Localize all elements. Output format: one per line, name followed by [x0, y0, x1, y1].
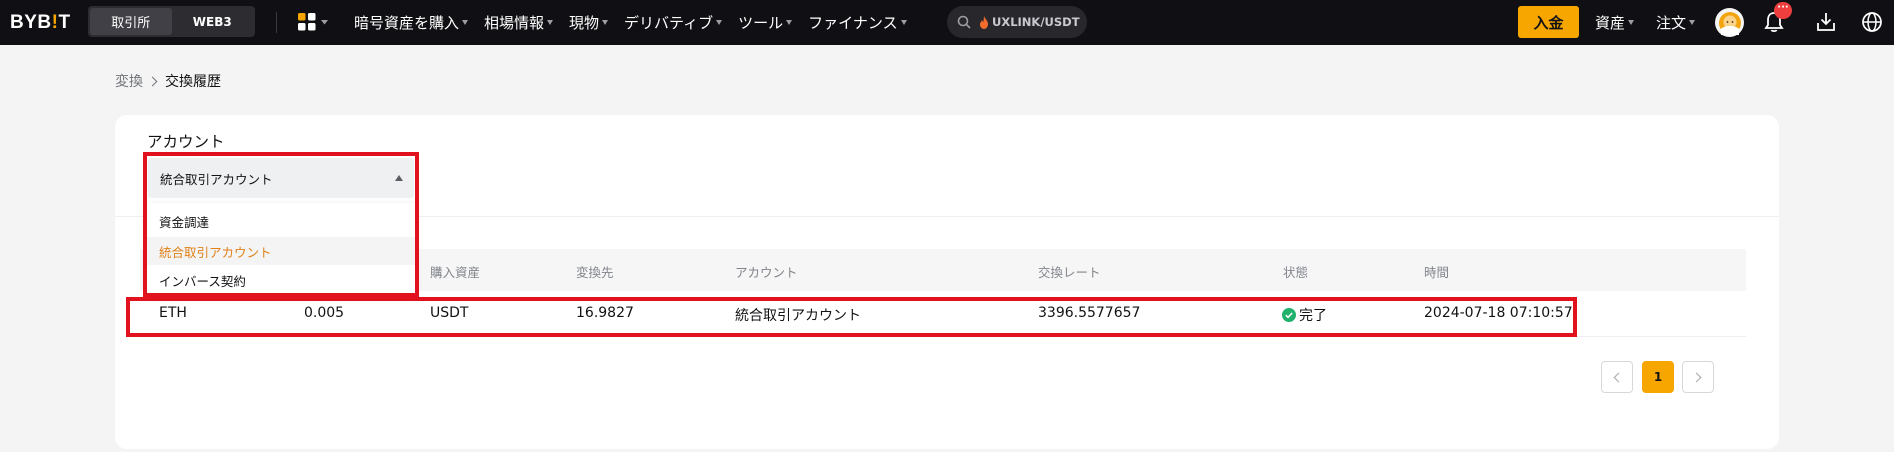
bybit-logo[interactable]: BYB!T — [10, 12, 71, 34]
col-time: 時間 — [1424, 265, 1450, 280]
account-select[interactable]: 統合取引アカウント — [148, 158, 414, 198]
chevron-down-icon — [786, 20, 793, 25]
chevron-down-icon — [716, 20, 723, 25]
chevron-right-icon — [1691, 372, 1702, 382]
fire-icon — [980, 15, 988, 29]
dropdown-option-inverse[interactable]: インバース契約 — [147, 266, 415, 294]
cell-account: 統合取引アカウント — [735, 308, 861, 324]
menu-finance[interactable]: ファイナンス — [808, 0, 907, 45]
menu-spot[interactable]: 現物 — [569, 0, 609, 45]
tab-web3[interactable]: WEB3 — [172, 8, 254, 35]
globe-icon[interactable] — [1861, 11, 1883, 33]
chevron-down-icon — [1689, 20, 1696, 25]
check-circle-icon — [1282, 308, 1296, 322]
cell-to-amount: 16.9827 — [576, 305, 634, 321]
assets-menu[interactable]: 資産 — [1595, 0, 1635, 45]
cell-time: 2024-07-18 07:10:57 — [1424, 305, 1573, 321]
status-text: 完了 — [1299, 308, 1327, 324]
col-buy-asset: 購入資産 — [430, 265, 481, 280]
chevron-down-icon — [462, 20, 469, 25]
page-title: 交換履歴 — [165, 74, 221, 90]
chevron-down-icon — [547, 20, 554, 25]
col-converted-to: 変換先 — [576, 265, 614, 280]
account-select-value: 統合取引アカウント — [160, 171, 273, 187]
notification-badge: ··· — [1774, 2, 1792, 19]
chevron-left-icon — [1613, 372, 1624, 382]
top-navbar: BYB!T 取引所 WEB3 暗号資産を購入 相場情報 現物 デリバティブ ツー… — [0, 0, 1894, 45]
nav-divider — [276, 12, 277, 33]
search-trending-text: UXLINK/USDT — [992, 15, 1080, 29]
caret-up-icon — [395, 175, 403, 181]
cell-rate: 3396.5577657 — [1038, 305, 1141, 321]
col-account: アカウント — [735, 265, 798, 280]
chevron-down-icon — [900, 20, 907, 25]
cell-amount: 0.005 — [304, 305, 345, 321]
next-page-button[interactable] — [1682, 361, 1714, 393]
chevron-down-icon — [1628, 20, 1635, 25]
col-status: 状態 — [1283, 265, 1309, 280]
user-avatar-icon — [1718, 11, 1741, 35]
menu-tools[interactable]: ツール — [738, 0, 793, 45]
menu-buy-crypto[interactable]: 暗号資産を購入 — [354, 0, 469, 45]
cell-status: 完了 — [1282, 305, 1327, 325]
col-exchange-rate: 交換レート — [1038, 265, 1101, 280]
account-dropdown-list: 資金調達 統合取引アカウント インバース契約 — [147, 203, 415, 294]
chevron-right-icon — [147, 76, 158, 86]
download-icon[interactable] — [1815, 10, 1837, 34]
dropdown-option-funding[interactable]: 資金調達 — [147, 207, 415, 235]
menu-markets[interactable]: 相場情報 — [484, 0, 554, 45]
chevron-down-icon — [602, 20, 609, 25]
main-menu: 暗号資産を購入 相場情報 現物 デリバティブ ツール ファイナンス — [354, 0, 923, 45]
breadcrumb: 変換 交換履歴 — [115, 71, 221, 91]
prev-page-button[interactable] — [1601, 361, 1633, 393]
apps-grid-icon[interactable] — [298, 12, 330, 32]
mode-switch: 取引所 WEB3 — [88, 6, 255, 37]
deposit-button[interactable]: 入金 — [1518, 6, 1579, 38]
search-icon — [957, 15, 971, 29]
breadcrumb-convert-link[interactable]: 変換 — [115, 71, 143, 91]
cell-from-coin: ETH — [159, 305, 187, 321]
orders-menu[interactable]: 注文 — [1656, 0, 1696, 45]
cell-buy-asset: USDT — [430, 305, 469, 321]
search-bar[interactable]: UXLINK/USDT — [947, 6, 1087, 38]
dropdown-option-unified-trading[interactable]: 統合取引アカウント — [147, 237, 415, 265]
account-filter-label: アカウント — [147, 133, 225, 151]
row-divider — [140, 336, 1746, 337]
menu-derivatives[interactable]: デリバティブ — [624, 0, 723, 45]
page-button-current[interactable]: 1 — [1642, 361, 1674, 393]
avatar[interactable] — [1715, 8, 1744, 37]
tab-exchange[interactable]: 取引所 — [90, 8, 172, 35]
